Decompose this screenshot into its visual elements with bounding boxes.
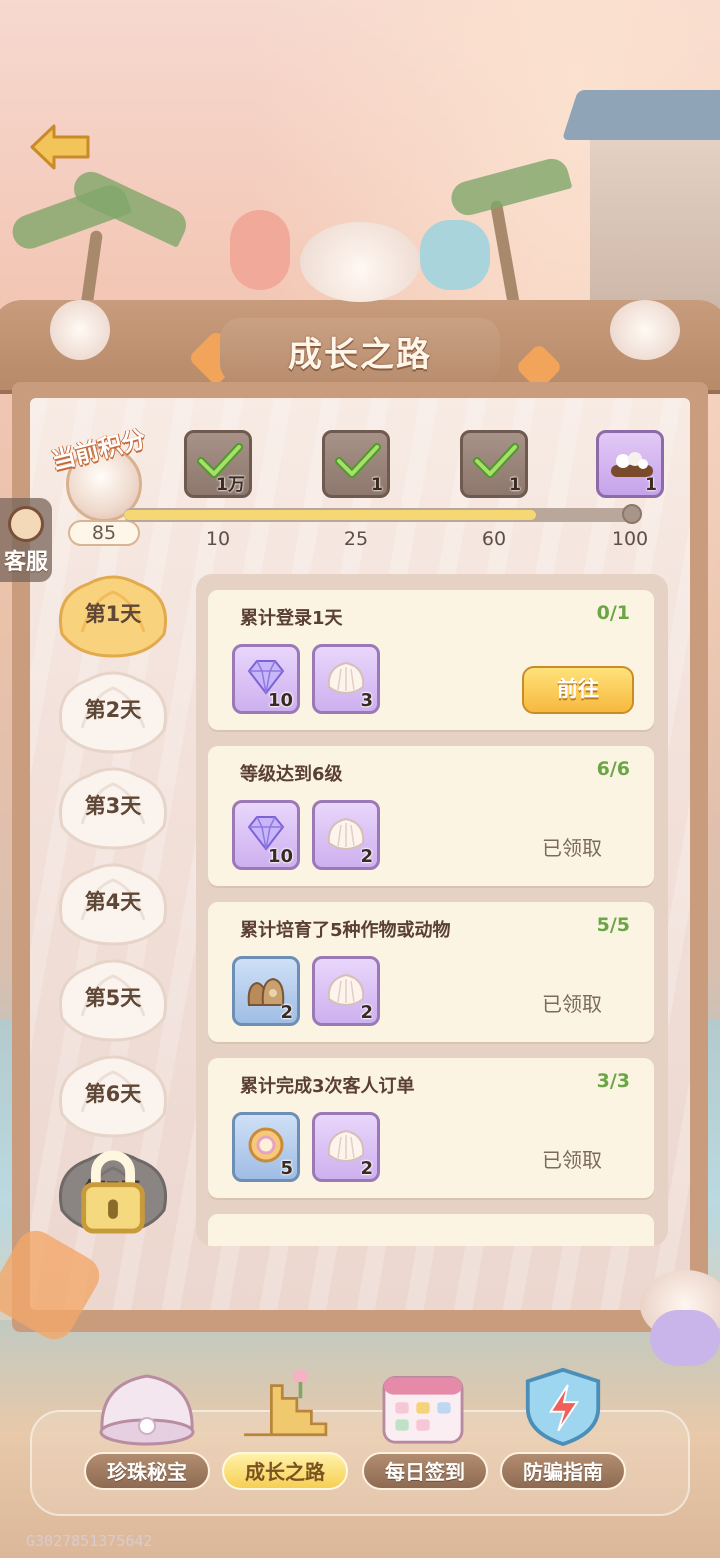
reward-count: 10 bbox=[267, 690, 293, 711]
customer-service-icon bbox=[8, 506, 44, 542]
reward-item[interactable]: 2 bbox=[232, 956, 300, 1026]
day-label: 第3天 bbox=[84, 794, 142, 818]
shield-lightning-icon bbox=[525, 1367, 601, 1446]
task-card: 累计完成3次客人订单 3/3 5 2 已领取 bbox=[208, 1058, 654, 1198]
day-tab-1[interactable]: 第1天 bbox=[52, 572, 174, 660]
milestone-reward-1[interactable]: 1万 bbox=[184, 430, 252, 498]
reward-item[interactable]: 2 bbox=[312, 1112, 380, 1182]
task-progress: 5/5 bbox=[596, 914, 630, 936]
back-button[interactable] bbox=[28, 122, 92, 172]
milestone-count: 1 bbox=[509, 475, 521, 495]
task-progress: 3/3 bbox=[596, 1070, 630, 1092]
claimed-status: 已领取 bbox=[542, 836, 602, 860]
milestone-reward-4[interactable]: 1 bbox=[596, 430, 664, 498]
stairs-icon bbox=[244, 1369, 328, 1437]
shell-decoration bbox=[650, 1310, 720, 1366]
reward-count: 5 bbox=[280, 1158, 293, 1179]
score-value: 85 bbox=[68, 520, 140, 546]
task-card: 等级达到6级 6/6 10 2 已领取 bbox=[208, 746, 654, 886]
milestone-count: 1 bbox=[371, 475, 383, 495]
day-tab-5[interactable]: 第5天 bbox=[52, 956, 174, 1044]
calendar-icon bbox=[382, 1376, 464, 1444]
nav-label: 珍珠秘宝 bbox=[84, 1452, 210, 1490]
reward-count: 2 bbox=[360, 1002, 373, 1023]
lock-icon bbox=[81, 1150, 145, 1234]
task-name: 等级达到6级 bbox=[240, 764, 343, 785]
milestone-reward-2[interactable]: 1 bbox=[322, 430, 390, 498]
nav-label: 防骗指南 bbox=[500, 1452, 626, 1490]
progress-end-knob bbox=[622, 504, 642, 524]
day-tab-3[interactable]: 第3天 bbox=[52, 764, 174, 852]
milestone-threshold: 60 bbox=[481, 528, 507, 550]
nav-label: 每日签到 bbox=[362, 1452, 488, 1490]
task-name: 累计登录1天 bbox=[240, 608, 343, 629]
day-label: 第4天 bbox=[84, 890, 142, 914]
day-label: 第6天 bbox=[84, 1082, 142, 1106]
task-card: 累计培育了5种作物或动物 5/5 2 2 已领取 bbox=[208, 902, 654, 1042]
reward-item[interactable]: 10 bbox=[232, 800, 300, 870]
milestone-threshold: 25 bbox=[343, 528, 369, 550]
go-button[interactable]: 前往 bbox=[522, 666, 634, 714]
task-name: 累计培育了5种作物或动物 bbox=[240, 920, 451, 941]
reward-count: 2 bbox=[280, 1002, 293, 1023]
coral-decoration bbox=[230, 210, 290, 290]
milestone-count: 1 bbox=[645, 475, 657, 495]
customer-service-button[interactable]: 客服 bbox=[0, 498, 52, 582]
back-arrow-icon bbox=[30, 124, 90, 170]
day-label: 第1天 bbox=[84, 602, 142, 626]
task-list[interactable]: 累计登录1天 0/1 10 3 前往 等级达到6级 6/6 10 2 已领取 累… bbox=[196, 574, 668, 1246]
shell-decoration bbox=[300, 222, 420, 302]
milestone-threshold: 100 bbox=[611, 528, 649, 550]
claimed-status: 已领取 bbox=[542, 1148, 602, 1172]
reward-count: 3 bbox=[360, 690, 373, 711]
reward-item[interactable]: 2 bbox=[312, 956, 380, 1026]
milestone-reward-3[interactable]: 1 bbox=[460, 430, 528, 498]
beach-house-decoration bbox=[590, 120, 720, 310]
title-board: 成长之路 bbox=[220, 318, 500, 384]
task-card: 累计登录1天 0/1 10 3 前往 bbox=[208, 590, 654, 730]
task-card-partial bbox=[208, 1214, 654, 1246]
task-name: 累计完成3次客人订单 bbox=[240, 1076, 415, 1097]
reward-count: 10 bbox=[267, 846, 293, 867]
task-progress: 0/1 bbox=[596, 602, 630, 624]
shell-decoration bbox=[50, 300, 110, 360]
shell-decoration bbox=[610, 300, 680, 360]
customer-service-label: 客服 bbox=[3, 550, 48, 575]
task-progress: 6/6 bbox=[596, 758, 630, 780]
day-label: 第2天 bbox=[84, 698, 142, 722]
milestone-threshold: 10 bbox=[205, 528, 231, 550]
reward-item[interactable]: 10 bbox=[232, 644, 300, 714]
coral-decoration bbox=[420, 220, 490, 290]
day-tab-2[interactable]: 第2天 bbox=[52, 668, 174, 756]
pearl-shell-icon bbox=[99, 1374, 195, 1446]
user-id-watermark: G3027851375642 bbox=[26, 1532, 153, 1550]
day-tab-7[interactable]: 第7天 bbox=[52, 1148, 174, 1236]
reward-count: 2 bbox=[360, 1158, 373, 1179]
reward-count: 2 bbox=[360, 846, 373, 867]
reward-item[interactable]: 5 bbox=[232, 1112, 300, 1182]
reward-item[interactable]: 2 bbox=[312, 800, 380, 870]
page-title: 成长之路 bbox=[288, 334, 432, 375]
day-tab-4[interactable]: 第4天 bbox=[52, 860, 174, 948]
reward-item[interactable]: 3 bbox=[312, 644, 380, 714]
day-label: 第5天 bbox=[84, 986, 142, 1010]
day-tab-6[interactable]: 第6天 bbox=[52, 1052, 174, 1140]
milestone-count: 1万 bbox=[216, 475, 245, 495]
claimed-status: 已领取 bbox=[542, 992, 602, 1016]
progress-fill bbox=[124, 510, 536, 520]
nav-label: 成长之路 bbox=[222, 1452, 348, 1490]
